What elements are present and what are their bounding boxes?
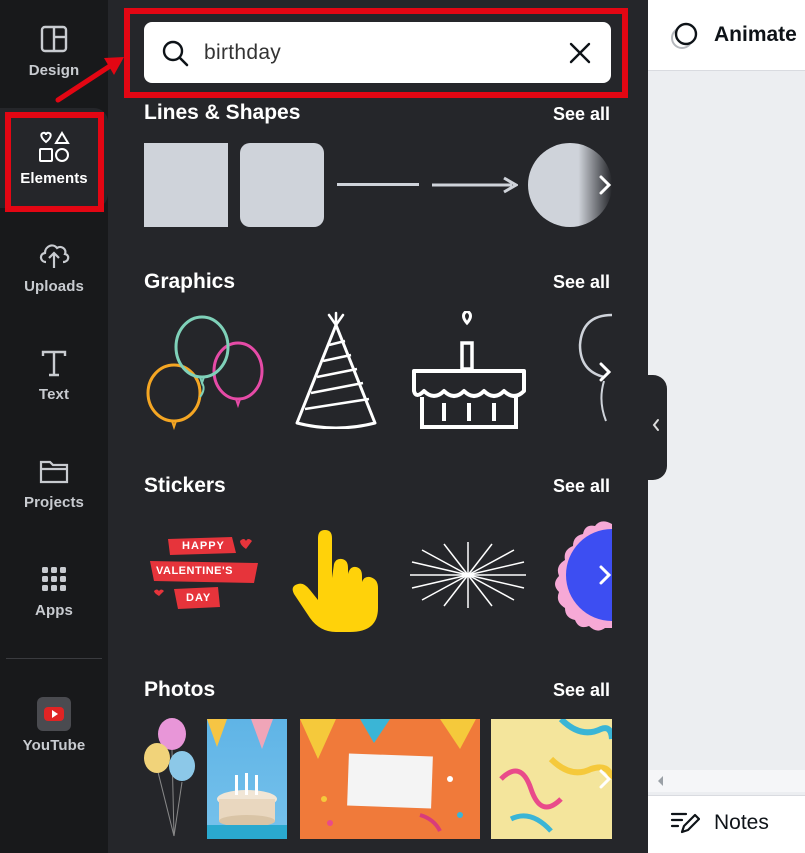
folder-icon bbox=[37, 454, 71, 488]
cloud-upload-icon bbox=[37, 238, 71, 272]
chevron-right-icon[interactable] bbox=[590, 163, 620, 207]
see-all-stickers[interactable]: See all bbox=[553, 476, 610, 497]
notes-icon bbox=[670, 810, 701, 836]
sidebar-divider bbox=[6, 658, 102, 659]
chevron-right-icon[interactable] bbox=[590, 553, 620, 597]
collapse-panel-handle[interactable] bbox=[645, 375, 667, 480]
sidebar-item-uploads[interactable]: Uploads bbox=[0, 216, 108, 316]
pointing-hand-sticker[interactable] bbox=[290, 528, 382, 634]
notes-button[interactable]: Notes bbox=[670, 810, 769, 836]
sidebar-item-text[interactable]: Text bbox=[0, 324, 108, 424]
square-shape[interactable] bbox=[144, 143, 228, 227]
youtube-icon bbox=[37, 696, 71, 731]
party-confetti-photo[interactable] bbox=[300, 719, 480, 839]
sidebar-item-label: Projects bbox=[24, 493, 84, 511]
chevron-right-icon[interactable] bbox=[590, 757, 620, 801]
notes-label: Notes bbox=[714, 811, 769, 834]
birthday-cake-graphic[interactable] bbox=[408, 311, 530, 433]
line-shape[interactable] bbox=[337, 183, 419, 186]
sidebar-item-label: Text bbox=[38, 385, 70, 403]
happy-valentines-sticker[interactable]: HAPPY VALENTINE'S DAY bbox=[148, 533, 260, 613]
section-title-photos: Photos bbox=[144, 678, 216, 701]
animate-icon bbox=[668, 18, 702, 52]
sidebar-item-label: Apps bbox=[35, 601, 73, 619]
section-title-graphics: Graphics bbox=[144, 270, 236, 293]
party-hat-graphic[interactable] bbox=[293, 311, 379, 429]
sticker-text-line3: DAY bbox=[186, 592, 212, 604]
animate-label: Animate bbox=[714, 23, 797, 46]
arrow-annotation bbox=[55, 57, 124, 103]
chevron-right-icon[interactable] bbox=[590, 350, 620, 394]
sidebar-item-youtube[interactable]: YouTube bbox=[0, 675, 108, 775]
sidebar-item-label: Uploads bbox=[24, 277, 84, 295]
horizontal-scrollbar[interactable] bbox=[648, 770, 805, 792]
birthday-cake-photo[interactable] bbox=[207, 719, 287, 839]
balloons-photo[interactable] bbox=[142, 716, 198, 840]
see-all-lines-shapes[interactable]: See all bbox=[553, 104, 610, 125]
starburst-sticker[interactable] bbox=[408, 540, 528, 610]
sticker-text-line2: VALENTINE'S bbox=[156, 565, 233, 577]
arrow-line-shape[interactable] bbox=[432, 175, 518, 195]
sidebar-item-label: YouTube bbox=[22, 736, 86, 754]
highlight-elements-box bbox=[5, 112, 104, 212]
section-title-lines-shapes: Lines & Shapes bbox=[144, 101, 301, 124]
section-title-stickers: Stickers bbox=[144, 474, 226, 497]
text-icon bbox=[37, 346, 71, 380]
chevron-left-icon bbox=[651, 417, 661, 438]
see-all-photos[interactable]: See all bbox=[553, 680, 610, 701]
rounded-square-shape[interactable] bbox=[240, 143, 324, 227]
canvas-area bbox=[648, 0, 805, 853]
balloons-graphic[interactable] bbox=[144, 313, 268, 431]
sidebar-item-projects[interactable]: Projects bbox=[0, 432, 108, 532]
grid-icon bbox=[37, 562, 71, 596]
sidebar-item-apps[interactable]: Apps bbox=[0, 540, 108, 640]
highlight-search-box bbox=[124, 8, 628, 98]
sticker-text-line1: HAPPY bbox=[182, 540, 225, 552]
animate-button[interactable]: Animate bbox=[668, 18, 797, 52]
see-all-graphics[interactable]: See all bbox=[553, 272, 610, 293]
